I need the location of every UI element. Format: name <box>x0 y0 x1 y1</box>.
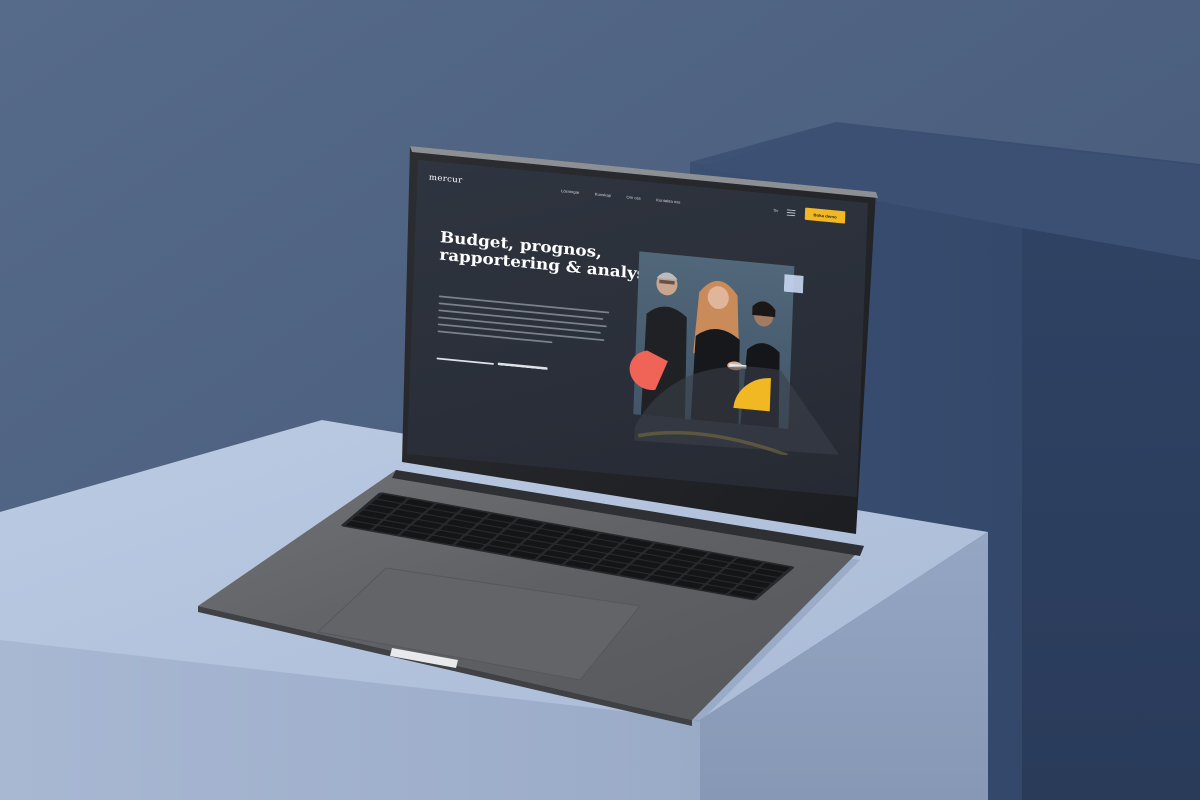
decorative-shapes <box>629 350 840 457</box>
link-text-underlined[interactable] <box>497 362 548 371</box>
back-block-side <box>1022 228 1200 800</box>
menu-icon[interactable] <box>786 209 796 217</box>
hero-title: Budget, prognos, rapportering & analys <box>439 229 651 284</box>
language-switch[interactable]: Sv <box>773 208 778 213</box>
nav-link[interactable]: Kontakta oss <box>656 198 680 205</box>
hero-body-text <box>437 295 610 353</box>
laptop-screen: mercur Lösningar Kunskap Om oss Kontakta… <box>407 160 868 498</box>
nav-link[interactable]: Kunskap <box>595 192 612 198</box>
scene: mercur Lösningar Kunskap Om oss Kontakta… <box>0 0 1200 800</box>
nav-link[interactable]: Om oss <box>626 195 641 201</box>
site-logo[interactable]: mercur <box>429 173 463 185</box>
cta-button[interactable]: Boka demo <box>804 207 846 224</box>
hero-link[interactable] <box>436 357 548 371</box>
light-blue-square <box>783 274 804 294</box>
nav-links: Lösningar Kunskap Om oss Kontakta oss <box>561 189 681 205</box>
website: mercur Lösningar Kunskap Om oss Kontakta… <box>407 160 868 498</box>
nav-link[interactable]: Lösningar <box>561 189 580 195</box>
link-text <box>436 357 494 365</box>
